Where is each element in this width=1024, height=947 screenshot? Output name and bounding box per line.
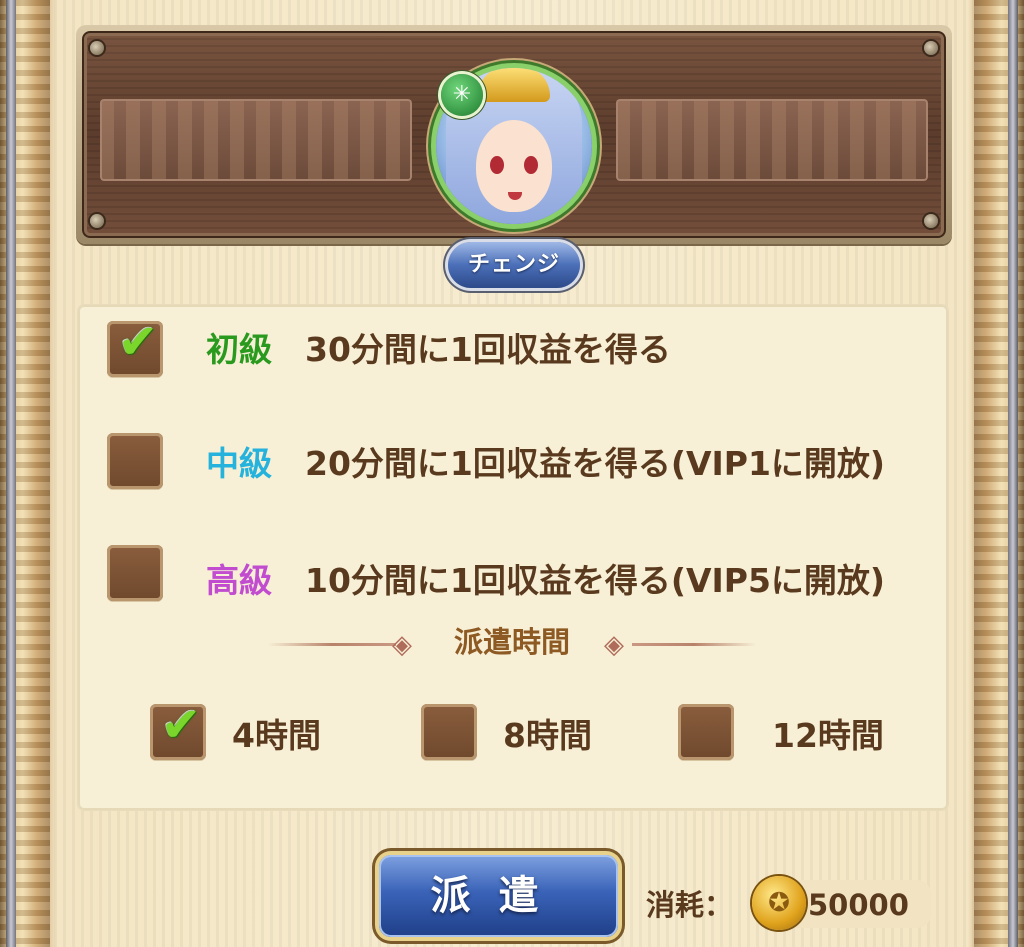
rivet-icon bbox=[924, 214, 938, 228]
option-level-intermediate: 中級 bbox=[206, 444, 272, 483]
option-checkbox-basic[interactable]: ✔ bbox=[107, 315, 163, 377]
wind-element-icon: ✳ bbox=[441, 74, 483, 116]
gold-coin-icon: ✪ bbox=[752, 876, 806, 930]
dispatch-button[interactable]: 派遣 bbox=[379, 855, 618, 937]
portrait-crown bbox=[478, 68, 550, 102]
duration-label-4h: 4時間 bbox=[232, 716, 321, 755]
option-desc-advanced: 10分間に1回収益を得る(VIP5に開放) bbox=[305, 561, 886, 600]
portrait-eye bbox=[524, 156, 538, 174]
rivet-icon bbox=[90, 41, 104, 55]
change-button[interactable]: チェンジ bbox=[448, 242, 580, 288]
duration-label-8h: 8時間 bbox=[503, 716, 592, 755]
cost-value: 50000 bbox=[808, 888, 909, 922]
option-desc-basic: 30分間に1回収益を得る bbox=[305, 330, 671, 369]
cost-label: 消耗： bbox=[646, 888, 734, 922]
banner-ornament-left bbox=[100, 99, 412, 181]
rivet-icon bbox=[90, 214, 104, 228]
duration-checkbox-4h[interactable]: ✔ bbox=[150, 698, 206, 760]
option-level-basic: 初級 bbox=[206, 330, 272, 369]
checkmark-icon: ✔ bbox=[117, 314, 159, 370]
diamond-ornament-icon: ◈ bbox=[604, 630, 624, 660]
duration-checkbox-8h[interactable] bbox=[421, 704, 477, 760]
duration-title: 派遣時間 bbox=[453, 625, 570, 659]
frame-edge-left bbox=[0, 0, 50, 947]
option-desc-intermediate: 20分間に1回収益を得る(VIP1に開放) bbox=[305, 444, 886, 483]
option-level-advanced: 高級 bbox=[206, 561, 272, 600]
checkmark-icon: ✔ bbox=[160, 697, 202, 753]
frame-edge-right bbox=[974, 0, 1024, 947]
option-checkbox-advanced[interactable] bbox=[107, 545, 163, 601]
duration-label-12h: 12時間 bbox=[772, 716, 884, 755]
duration-checkbox-12h[interactable] bbox=[678, 704, 734, 760]
divider-line-right bbox=[632, 643, 756, 646]
portrait-eye bbox=[490, 156, 504, 174]
rivet-icon bbox=[924, 41, 938, 55]
option-checkbox-intermediate[interactable] bbox=[107, 433, 163, 489]
banner-ornament-right bbox=[616, 99, 928, 181]
